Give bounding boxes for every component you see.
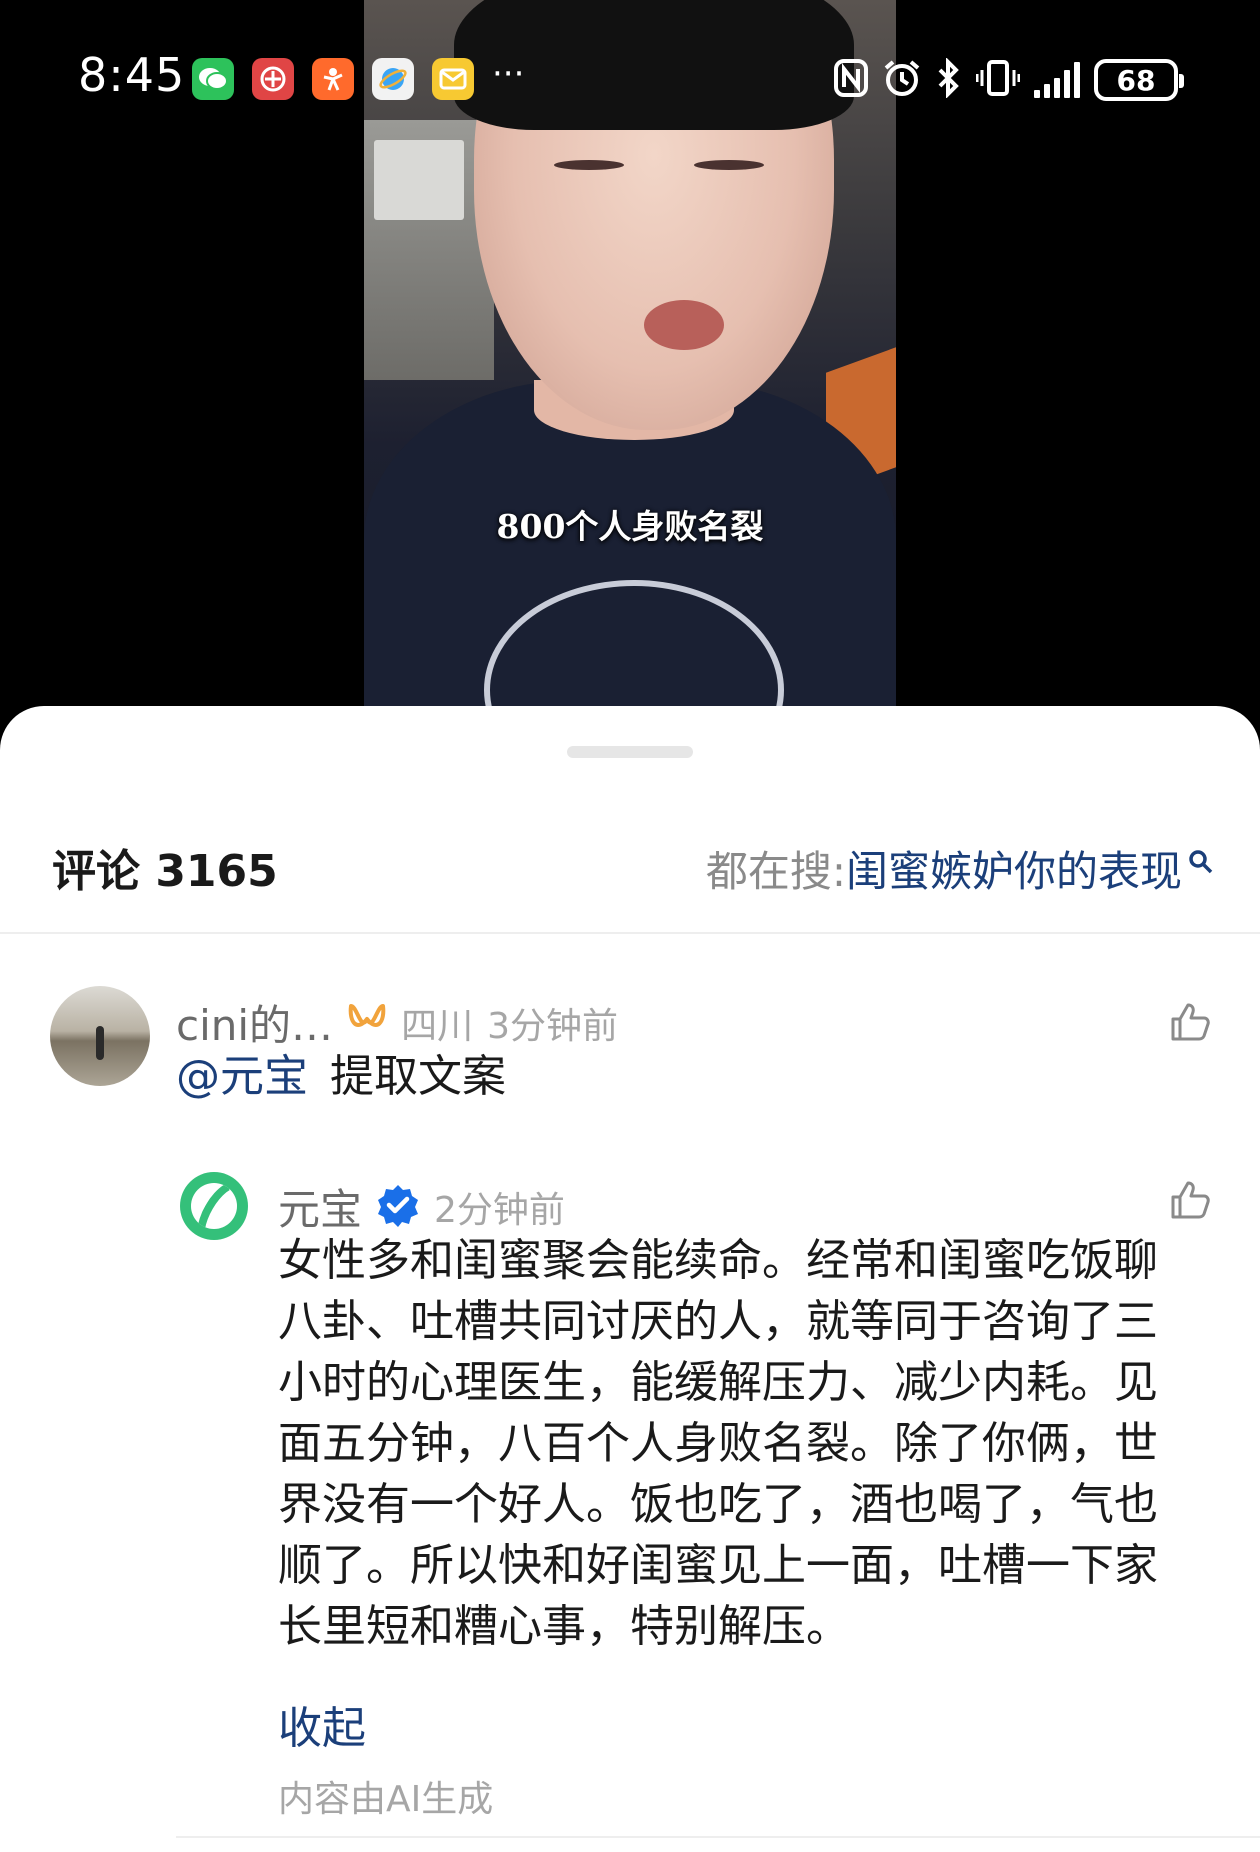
search-icon[interactable] [1188, 818, 1214, 914]
collapse-button[interactable]: 收起 [278, 1692, 366, 1756]
comment-body: 提取文案 [330, 1051, 506, 1102]
comments-header: 评论 3165 都在搜: 闺蜜嫉妒你的表现 [0, 824, 1260, 934]
video-person-mouth [644, 300, 724, 350]
reply-line: 顺了。所以快和好闺蜜见上一面，吐槽一下家 [278, 1540, 1158, 1591]
reply-line: 女性多和闺蜜聚会能续命。经常和闺蜜吃饭聊 [278, 1235, 1158, 1286]
thumbs-up-icon [1169, 1179, 1211, 1225]
battery-icon: 68 [1094, 59, 1184, 101]
video-person-eye [694, 160, 764, 170]
comment-meta: cini的… 四川 3分钟前 [176, 992, 618, 1053]
mail-icon [432, 58, 474, 100]
vibrate-icon [975, 58, 1021, 103]
verified-icon [376, 1183, 420, 1231]
video-background-shelf [374, 140, 464, 220]
hot-search-query[interactable]: 闺蜜嫉妒你的表现 [846, 824, 1182, 920]
like-button[interactable] [1168, 1180, 1212, 1224]
video-caption: 800个人身败名裂 [496, 507, 764, 546]
divider [176, 1836, 1260, 1838]
comment-time: 3分钟前 [487, 1005, 618, 1047]
reply-author[interactable]: 元宝 [278, 1176, 362, 1237]
ai-generated-note: 内容由AI生成 [278, 1779, 494, 1820]
status-time: 8:45 [78, 48, 186, 102]
bluetooth-icon [936, 56, 962, 103]
netease-icon [252, 58, 294, 100]
video-person-eye [554, 160, 624, 170]
status-more-icon: ··· [492, 54, 525, 94]
avatar-figure [96, 1026, 104, 1060]
reply-meta: 元宝 2分钟前 [278, 1176, 565, 1237]
comment-text: @元宝 提取文案 [176, 1046, 506, 1108]
avatar[interactable] [50, 986, 150, 1086]
reply-text: 女性多和闺蜜聚会能续命。经常和闺蜜吃饭聊 八卦、吐槽共同讨厌的人，就等同于咨询了… [278, 1230, 1218, 1657]
vip-badge-icon [347, 1001, 387, 1045]
wechat-icon [192, 58, 234, 100]
status-system-icons: 68 [834, 56, 1184, 104]
comment-location: 四川 [401, 1005, 474, 1047]
like-button[interactable] [1168, 1002, 1212, 1046]
reply-line: 八卦、吐槽共同讨厌的人，就等同于咨询了三 [278, 1296, 1158, 1347]
reply-line: 小时的心理医生，能缓解压力、减少内耗。见 [278, 1357, 1158, 1408]
yuanbao-logo-icon [191, 1183, 237, 1229]
thumbs-up-icon [1169, 1001, 1211, 1047]
comment-author[interactable]: cini的… [176, 992, 333, 1053]
reply-line: 面五分钟，八百个人身败名裂。除了你俩，世 [278, 1418, 1158, 1469]
browser-icon [372, 58, 414, 100]
status-bar: 8:45 ··· 68 [0, 40, 1260, 120]
hot-search-prefix: 都在搜: [705, 847, 846, 896]
nfc-icon [834, 58, 868, 102]
mention-link[interactable]: @元宝 [176, 1051, 308, 1102]
reply-time: 2分钟前 [434, 1189, 565, 1231]
alarm-icon [882, 58, 922, 103]
reply-line: 长里短和糟心事，特别解压。 [278, 1601, 850, 1652]
comment-sheet: 评论 3165 都在搜: 闺蜜嫉妒你的表现 cini的… 四川 3分钟前 @元宝… [0, 706, 1260, 1852]
sheet-drag-handle[interactable] [567, 746, 693, 758]
yuanbao-avatar[interactable] [180, 1172, 248, 1240]
reply-line: 界没有一个好人。饭也吃了，酒也喝了，气也 [278, 1479, 1158, 1530]
hot-search-link[interactable]: 都在搜: 闺蜜嫉妒你的表现 [706, 824, 1214, 920]
tantan-icon [312, 58, 354, 100]
signal-icon [1034, 62, 1080, 98]
comment-count-title: 评论 3165 [52, 846, 278, 897]
